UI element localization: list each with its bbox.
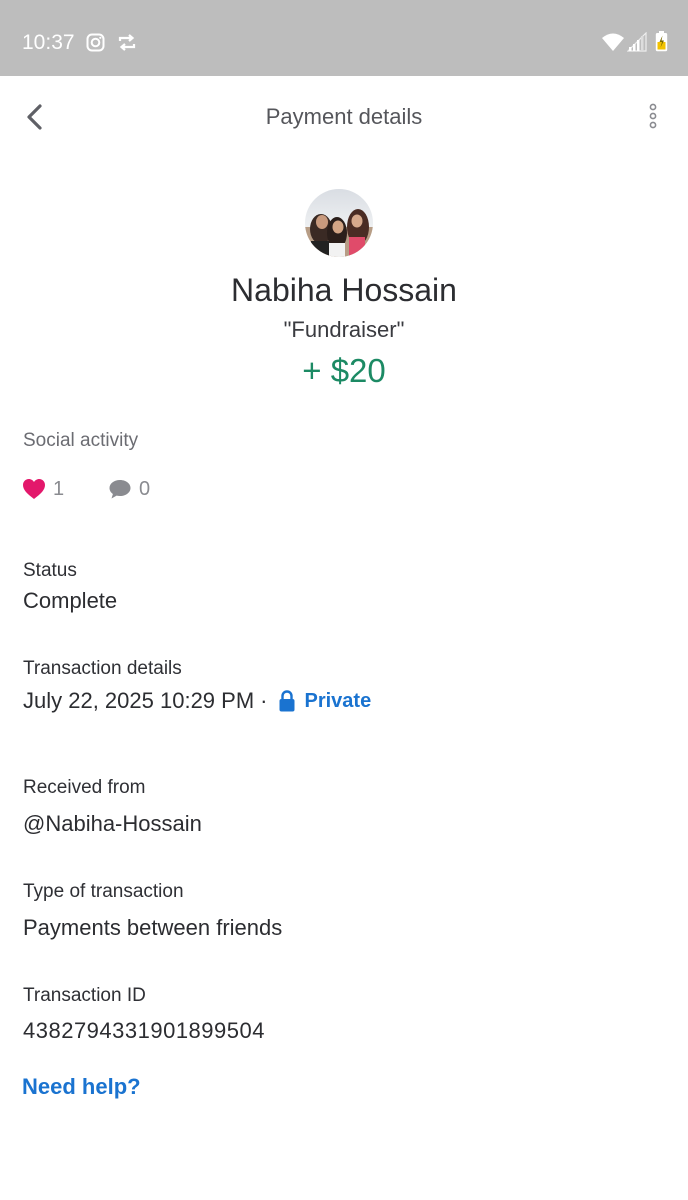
transaction-id-value: 4382794331901899504 (23, 1018, 265, 1043)
transaction-type-label: Type of transaction (23, 881, 184, 902)
more-vertical-icon (649, 103, 657, 129)
status-label: Status (23, 560, 77, 581)
like-count: 1 (53, 478, 65, 500)
battery-icon (655, 31, 668, 57)
status-bar: 10:37 (0, 0, 688, 76)
payment-note: "Fundraiser" (283, 317, 405, 342)
status-value: Complete (23, 588, 118, 613)
instagram-icon (86, 33, 105, 57)
received-from-username[interactable]: @Nabiha-Hossain (23, 810, 202, 838)
transaction-id-label: Transaction ID (23, 985, 146, 1006)
heart-icon (23, 479, 45, 499)
status-time: 10:37 (22, 31, 75, 54)
social-activity-heading: Social activity (23, 430, 139, 451)
signal-icon (626, 31, 647, 57)
repeat-icon (116, 33, 138, 57)
transaction-details-row: July 22, 2025 10:29 PM · Private (23, 686, 371, 716)
comment-count: 0 (139, 478, 151, 500)
received-from-label: Received from (23, 777, 146, 798)
separator-dot: · (260, 688, 268, 713)
privacy-setting[interactable]: Private (279, 690, 371, 713)
comment-icon (109, 480, 131, 499)
sender-name: Nabiha Hossain (231, 272, 457, 308)
lock-icon (279, 690, 295, 712)
transaction-details-label: Transaction details (23, 658, 182, 679)
transaction-datetime: July 22, 2025 10:29 PM (23, 688, 255, 713)
payment-amount: + $20 (302, 352, 386, 389)
page-title: Payment details (265, 104, 423, 129)
privacy-label: Private (304, 689, 372, 712)
more-options-button[interactable] (638, 98, 668, 138)
avatar[interactable] (305, 189, 373, 257)
comment-button[interactable]: 0 (108, 474, 150, 504)
like-button[interactable]: 1 (22, 474, 64, 504)
wifi-icon (601, 32, 625, 57)
need-help-link[interactable]: Need help? (22, 1073, 141, 1101)
transaction-type-value: Payments between friends (23, 915, 283, 940)
